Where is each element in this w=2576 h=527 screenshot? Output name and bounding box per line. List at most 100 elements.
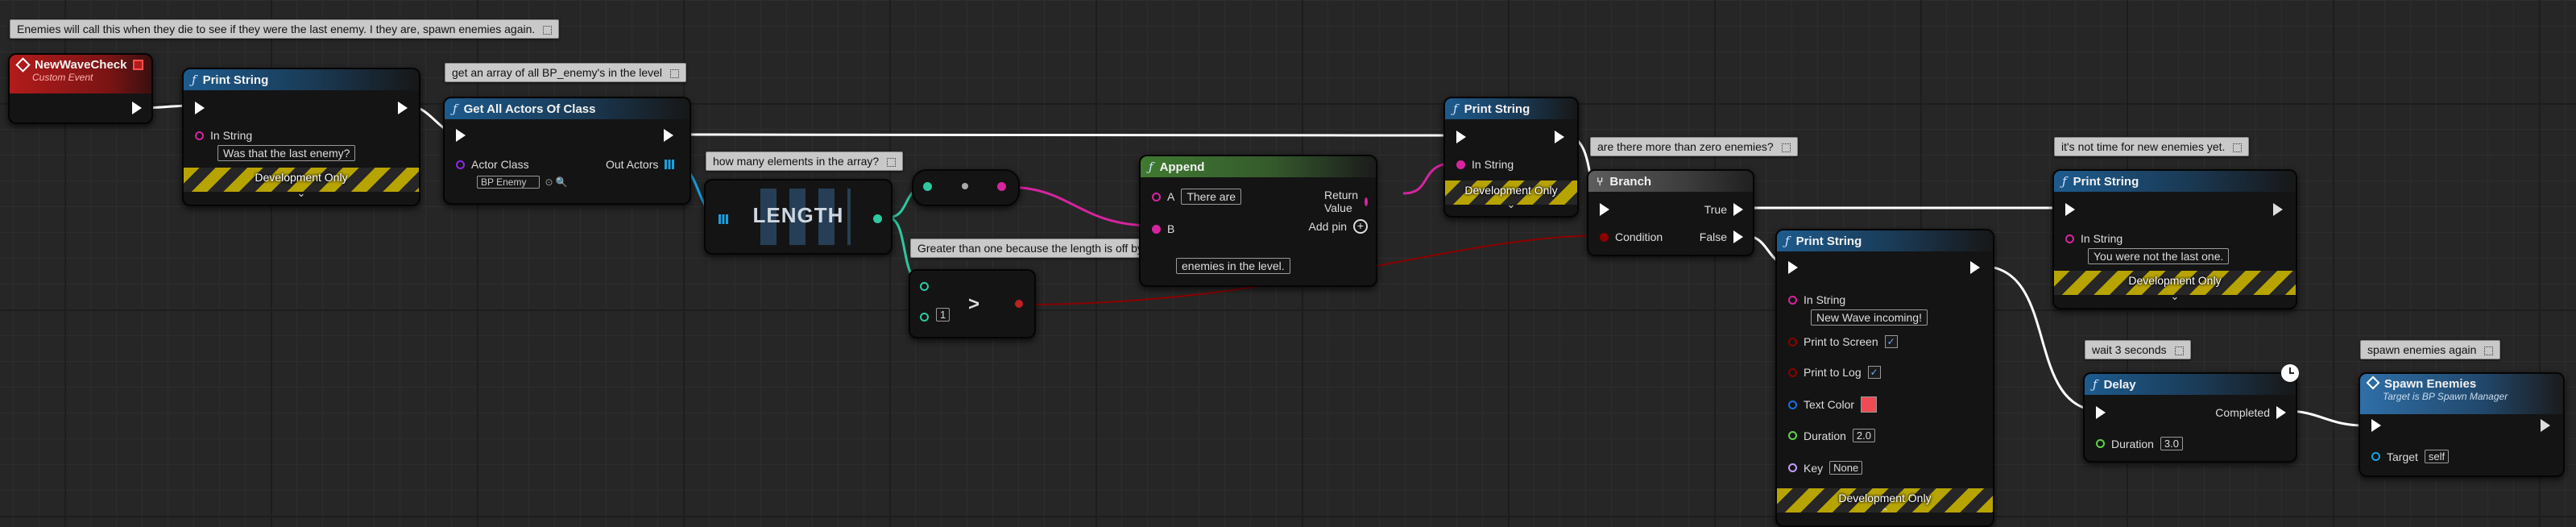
latent-clock-icon [2281, 364, 2299, 382]
append-node[interactable]: ƒ Append A There are B enemies in the lev… [1139, 155, 1377, 287]
event-title: NewWaveCheck [35, 58, 127, 72]
b-field[interactable]: enemies in the level. [1176, 258, 1290, 274]
exec-in-pin[interactable] [195, 102, 205, 114]
in-string-pin[interactable] [2065, 234, 2074, 243]
greater-than-node[interactable]: 1 > [909, 269, 1036, 338]
int-a-pin[interactable] [920, 282, 929, 291]
length-title: LENGTH [752, 203, 844, 227]
return-value-pin[interactable] [1365, 197, 1368, 206]
print-to-log-checkbox[interactable]: ✓ [1867, 366, 1881, 379]
in-string-pin[interactable] [195, 131, 204, 140]
array-in-pin[interactable] [719, 214, 728, 224]
bool-out-pin[interactable] [1015, 300, 1023, 308]
target-field[interactable]: self [2424, 450, 2450, 463]
comment-new-wave-check[interactable]: Enemies will call this when they die to … [10, 19, 560, 39]
comment-not-time[interactable]: it's not time for new enemies yet. [2054, 137, 2250, 156]
duration-pin[interactable] [2096, 439, 2105, 448]
add-pin-icon[interactable]: + [1353, 219, 1368, 234]
in-string-field[interactable]: You were not the last one. [2088, 248, 2230, 264]
exec-out-pin[interactable] [398, 102, 408, 114]
exec-out-pin[interactable] [1555, 131, 1564, 143]
in-string-pin[interactable] [1788, 295, 1797, 305]
expand-chevron-icon[interactable]: ⌄ [2054, 290, 2296, 303]
condition-pin[interactable] [1600, 232, 1609, 242]
exec-in-pin[interactable] [1456, 131, 1466, 143]
exec-in-pin[interactable] [2096, 406, 2106, 419]
development-only-label: Development Only [1838, 492, 1932, 504]
comment-how-many[interactable]: how many elements in the array? [706, 151, 904, 171]
actor-class-dropdown[interactable]: BP Enemy [477, 176, 540, 189]
in-string-pin[interactable] [1456, 160, 1465, 169]
condition-label: Condition [1615, 230, 1663, 243]
string-out-pin[interactable] [997, 182, 1006, 191]
a-pin[interactable] [1152, 192, 1161, 201]
greater-symbol: > [968, 293, 980, 315]
in-string-label: In String [1472, 158, 1514, 171]
int-b-field[interactable]: 1 [936, 308, 950, 322]
exec-in-pin[interactable] [2371, 419, 2381, 432]
a-field[interactable]: There are [1181, 189, 1242, 205]
key-field[interactable]: None [1829, 461, 1863, 475]
expand-chevron-icon[interactable]: ⌄ [1445, 198, 1577, 211]
duration-field[interactable]: 2.0 [1852, 429, 1875, 442]
print-to-screen-checkbox[interactable]: ✓ [1884, 335, 1898, 348]
exec-out-pin[interactable] [2541, 419, 2550, 432]
exec-in-pin[interactable] [1788, 261, 1798, 274]
key-pin[interactable] [1788, 463, 1797, 472]
branch-node[interactable]: ⑂ Branch True Condition False [1587, 169, 1754, 256]
node-title: Get All Actors Of Class [463, 102, 596, 116]
comment-get-array[interactable]: get an array of all BP_enemy's in the le… [445, 63, 687, 82]
exec-out-pin[interactable] [664, 129, 673, 142]
print-to-log-pin[interactable] [1788, 367, 1797, 377]
duration-pin[interactable] [1788, 431, 1797, 440]
target-label: Target [2387, 450, 2418, 463]
exec-in-pin[interactable] [1600, 203, 1609, 216]
in-string-label: In String [1804, 293, 1846, 306]
collapse-chevron-icon[interactable]: ⌃ [1777, 506, 1993, 519]
duration-label: Duration [2111, 437, 2154, 450]
int-out-pin[interactable] [873, 214, 882, 223]
print-string-node-1[interactable]: ƒ Print String In String Was that the las… [182, 68, 420, 206]
int-b-pin[interactable] [920, 313, 929, 322]
in-string-field[interactable]: New Wave incoming! [1811, 309, 1928, 326]
b-pin[interactable] [1152, 224, 1161, 234]
browse-icon[interactable]: ⊙ 🔍 [545, 176, 567, 188]
true-exec-pin[interactable] [1733, 203, 1743, 216]
get-all-actors-node[interactable]: ƒ Get All Actors Of Class Actor Class BP … [443, 97, 691, 205]
add-pin-label[interactable]: Add pin [1309, 220, 1347, 233]
actor-class-pin[interactable] [456, 160, 465, 169]
expand-chevron-icon[interactable]: ⌄ [184, 187, 419, 200]
completed-exec-pin[interactable] [2276, 406, 2286, 419]
exec-out-pin[interactable] [1970, 261, 1980, 274]
print-string-node-3[interactable]: ƒ Print String In String You were not the… [2052, 169, 2297, 309]
text-color-swatch[interactable] [1861, 396, 1878, 413]
node-title: Append [1159, 160, 1205, 174]
delay-node[interactable]: ƒ Delay Completed Duration 3.0 [2083, 372, 2297, 463]
custom-event-node[interactable]: NewWaveCheck Custom Event [8, 53, 153, 124]
target-pin[interactable] [2371, 452, 2380, 461]
print-string-node-2[interactable]: ƒ Print String In String Development Only… [1443, 97, 1579, 218]
key-label: Key [1804, 461, 1824, 475]
int-in-pin[interactable] [923, 182, 932, 191]
comment-spawn-again[interactable]: spawn enemies again [2360, 340, 2501, 359]
comment-wait[interactable]: wait 3 seconds [2085, 340, 2191, 359]
comment-dots-icon [670, 68, 680, 78]
event-exec-out-pin[interactable] [132, 102, 142, 114]
event-delegate-pin[interactable] [133, 60, 143, 70]
in-string-field[interactable]: Was that the last enemy? [217, 145, 356, 161]
duration-field[interactable]: 3.0 [2160, 437, 2183, 450]
text-color-pin[interactable] [1788, 400, 1797, 409]
return-value-label: Return Value [1323, 189, 1358, 214]
spawn-enemies-node[interactable]: Spawn Enemies Target is BP Spawn Manager… [2359, 372, 2565, 477]
comment-more-than-zero[interactable]: are there more than zero enemies? [1590, 137, 1798, 156]
int-to-string-node[interactable] [912, 169, 1020, 206]
false-exec-pin[interactable] [1733, 230, 1743, 243]
exec-out-pin[interactable] [2273, 203, 2283, 216]
comment-dots-icon [2484, 346, 2494, 355]
length-node[interactable]: LENGTH [704, 179, 892, 255]
exec-in-pin[interactable] [456, 129, 466, 142]
print-string-node-4[interactable]: ƒ Print String In String New Wave incomin… [1775, 229, 1994, 527]
print-to-screen-pin[interactable] [1788, 337, 1797, 346]
array-grid-icon[interactable] [665, 160, 675, 169]
exec-in-pin[interactable] [2065, 203, 2075, 216]
